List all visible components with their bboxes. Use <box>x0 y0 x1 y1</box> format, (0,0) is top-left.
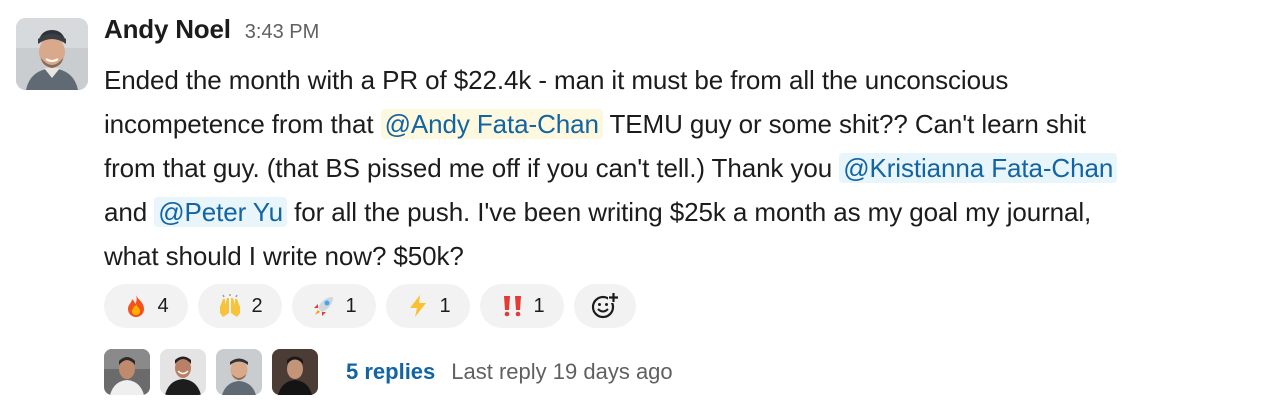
replier-avatar-image <box>104 349 150 395</box>
user-mention[interactable]: @Andy Fata-Chan <box>380 109 603 139</box>
message-body: Ended the month with a PR of $22.4k - ma… <box>104 58 1264 278</box>
thread-replies-link[interactable]: 5 replies <box>346 359 435 385</box>
replier-avatar[interactable] <box>160 349 206 395</box>
replier-avatar-image <box>160 349 206 395</box>
reactions-bar: 4 2 1 1 1 <box>104 284 636 328</box>
zap-icon <box>410 295 427 317</box>
double-exclamation-icon <box>504 296 522 317</box>
message-header: Andy Noel 3:43 PM <box>104 14 1264 54</box>
author-avatar-image <box>16 18 88 90</box>
reaction-count: 4 <box>157 294 169 317</box>
user-mention[interactable]: @Peter Yu <box>154 197 287 227</box>
reaction-count: 1 <box>345 294 357 317</box>
replier-avatar-image <box>216 349 262 395</box>
message-text: and <box>104 197 155 227</box>
raised-hands-icon <box>220 294 241 317</box>
replier-avatar[interactable] <box>216 349 262 395</box>
message-content: Andy Noel 3:43 PM Ended the month with a… <box>104 14 1264 278</box>
last-reply-time: Last reply 19 days ago <box>451 359 673 384</box>
message-text: what should I write now? $50k? <box>104 241 464 271</box>
message-text: Ended the month with a PR of $22.4k - ma… <box>104 65 1009 95</box>
message-text: for all the push. I've been writing $25k… <box>286 197 1092 227</box>
message-text: TEMU guy or some shit?? Can't learn shit <box>602 109 1087 139</box>
reaction-rocket[interactable]: 1 <box>292 284 376 328</box>
reaction-count: 1 <box>439 294 451 317</box>
add-reaction-button[interactable] <box>574 284 636 328</box>
reaction-count: 2 <box>251 294 263 317</box>
replier-avatar-image <box>272 349 318 395</box>
reaction-count: 1 <box>533 294 545 317</box>
message-text: incompetence from that <box>104 109 381 139</box>
reaction-raised-hands[interactable]: 2 <box>198 284 282 328</box>
author-avatar[interactable] <box>16 18 88 90</box>
message-text: from that guy. (that BS pissed me off if… <box>104 153 840 183</box>
rocket-icon <box>314 297 334 316</box>
reaction-zap[interactable]: 1 <box>386 284 470 328</box>
add-reaction-icon <box>591 292 619 319</box>
reaction-fire[interactable]: 4 <box>104 284 188 328</box>
replier-avatar[interactable] <box>272 349 318 395</box>
replier-avatar[interactable] <box>104 349 150 395</box>
message: Andy Noel 3:43 PM Ended the month with a… <box>0 0 1280 412</box>
message-timestamp[interactable]: 3:43 PM <box>245 21 319 44</box>
user-mention[interactable]: @Kristianna Fata-Chan <box>839 153 1118 183</box>
thread-summary[interactable]: 5 replies Last reply 19 days ago <box>104 348 673 396</box>
author-name[interactable]: Andy Noel <box>104 14 231 45</box>
reaction-double-exclamation[interactable]: 1 <box>480 284 564 328</box>
fire-icon <box>128 295 145 317</box>
